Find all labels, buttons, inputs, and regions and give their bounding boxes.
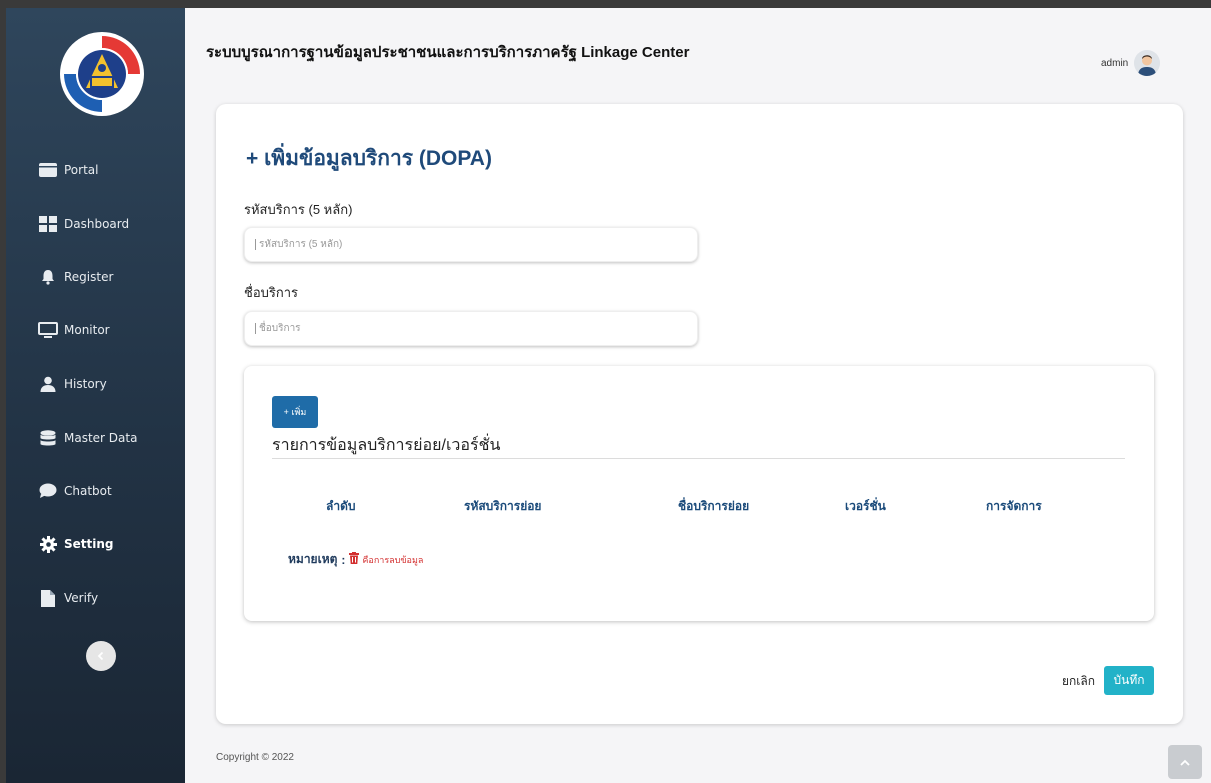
note-text: คือการลบข้อมูล — [362, 554, 424, 565]
sidebar-item-master-data[interactable]: Master Data — [38, 426, 137, 450]
sidebar-item-label: History — [64, 377, 107, 391]
sidebar-item-label: Master Data — [64, 431, 138, 445]
delete-note: หมายเหตุ : คือการลบข้อมูล — [288, 550, 423, 569]
sidebar-item-history[interactable]: History — [38, 372, 107, 396]
gear-icon — [38, 535, 58, 553]
user-menu[interactable]: admin — [1101, 50, 1161, 76]
sidebar-item-label: Chatbot — [64, 484, 112, 498]
scroll-to-top-button[interactable] — [1168, 745, 1202, 779]
sidebar-item-chatbot[interactable]: Chatbot — [38, 479, 112, 503]
dashboard-icon — [38, 215, 58, 233]
column-header-sub-code: รหัสบริการย่อย — [464, 499, 542, 513]
user-name: admin — [1101, 57, 1129, 69]
copyright-text: Copyright © 2022 — [216, 752, 294, 763]
note-colon: : — [341, 552, 346, 567]
department-logo — [56, 28, 148, 120]
sidebar: Portal Dashboard Register Monitor Histor… — [6, 8, 185, 783]
cancel-button[interactable]: ยกเลิก — [1062, 672, 1095, 691]
file-icon — [38, 589, 58, 607]
bell-icon — [38, 268, 58, 286]
service-code-label: รหัสบริการ (5 หลัก) — [244, 202, 353, 217]
column-header-version: เวอร์ชั่น — [845, 499, 886, 513]
monitor-icon — [38, 321, 58, 339]
column-header-sub-name: ชื่อบริการย่อย — [678, 499, 750, 513]
service-name-input[interactable]: ชื่อบริการ — [244, 311, 698, 346]
sub-services-title: รายการข้อมูลบริการย่อย/เวอร์ชั่น — [272, 437, 501, 454]
chat-icon — [38, 482, 58, 500]
window-frame-top — [0, 0, 1211, 8]
avatar[interactable] — [1134, 50, 1161, 76]
sidebar-item-label: Dashboard — [64, 217, 130, 231]
sidebar-item-label: Register — [64, 270, 114, 284]
sidebar-item-monitor[interactable]: Monitor — [38, 318, 110, 342]
page-title: ระบบบูรณาการฐานข้อมูลประชาชนและการบริการ… — [206, 44, 690, 61]
sidebar-item-setting[interactable]: Setting — [38, 532, 114, 556]
sidebar-collapse-button[interactable] — [86, 641, 116, 671]
service-code-input[interactable]: รหัสบริการ (5 หลัก) — [244, 227, 698, 262]
service-code-placeholder: รหัสบริการ (5 หลัก) — [259, 239, 343, 250]
column-header-order: ลำดับ — [326, 499, 356, 513]
service-name-label: ชื่อบริการ — [244, 285, 299, 300]
divider — [272, 458, 1125, 459]
sidebar-item-dashboard[interactable]: Dashboard — [38, 212, 129, 236]
sidebar-item-register[interactable]: Register — [38, 265, 113, 289]
chevron-up-icon — [1180, 759, 1190, 766]
column-header-manage: การจัดการ — [986, 499, 1042, 513]
add-sub-service-button[interactable]: + เพิ่ม — [272, 396, 318, 428]
chevron-left-icon — [97, 651, 104, 661]
trash-icon — [349, 551, 360, 569]
sidebar-item-label: Verify — [64, 591, 99, 605]
sidebar-item-label: Monitor — [64, 323, 110, 337]
portal-icon — [38, 161, 58, 179]
save-button[interactable]: บันทึก — [1104, 666, 1154, 695]
note-label: หมายเหตุ — [288, 552, 338, 566]
sidebar-item-verify[interactable]: Verify — [38, 586, 98, 610]
sidebar-item-label: Portal — [64, 163, 99, 177]
user-icon — [38, 375, 58, 393]
sidebar-item-portal[interactable]: Portal — [38, 158, 98, 182]
service-name-placeholder: ชื่อบริการ — [259, 323, 301, 334]
sidebar-item-label: Setting — [64, 537, 114, 551]
database-icon — [38, 429, 58, 447]
sub-services-card — [244, 366, 1154, 621]
form-title: + เพิ่มข้อมูลบริการ (DOPA) — [246, 147, 492, 170]
